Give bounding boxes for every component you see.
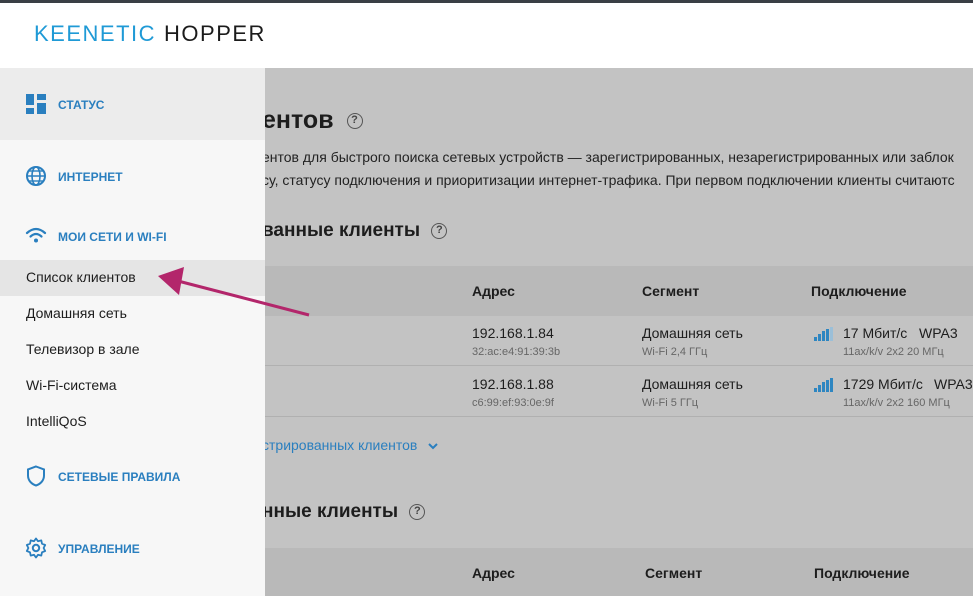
client-speed: 17 Мбит/с [843,325,908,341]
sidebar-item-label: УПРАВЛЕНИЕ [58,542,140,556]
table-row[interactable]: 192.168.1.84 32:ac:e4:91:39:3b Домашняя … [262,316,973,366]
registered-clients-title: ванные клиенты ? [262,220,448,242]
sidebar-subitem-client-list[interactable]: Список клиентов [0,260,265,296]
sidebar-subitem-label: IntelliQoS [26,413,87,429]
description-line-2: су, статусу подключения и приоритизации … [262,172,955,188]
signal-icon [814,327,834,341]
client-ip: 192.168.1.84 [472,325,554,341]
sidebar-item-label: ИНТЕРНЕТ [58,170,123,184]
client-mac: c6:99:ef:93:0e:9f [472,397,554,409]
client-security: WPA3 [919,325,958,341]
sidebar-subitem-label: Домашняя сеть [26,305,127,321]
column-connection[interactable]: Подключение [811,283,907,299]
page-title: ентов ? [262,106,363,135]
sidebar-item-label: СТАТУС [58,98,105,112]
header: KEENETIC HOPPER [0,3,973,68]
client-segment: Домашняя сеть [642,376,743,392]
help-icon[interactable]: ? [346,113,363,130]
help-icon[interactable]: ? [409,503,426,520]
registered-table-header: Адрес Сегмент Подключение [262,266,973,316]
table-row[interactable]: 192.168.1.88 c6:99:ef:93:0e:9f Домашняя … [262,367,973,417]
sidebar-item-networks[interactable]: МОИ СЕТИ И WI-FI [0,212,265,260]
column-address[interactable]: Адрес [472,283,515,299]
gear-icon [25,537,47,559]
sidebar-item-status[interactable]: СТАТУС [0,68,265,140]
sidebar-item-management[interactable]: УПРАВЛЕНИЕ [0,512,265,584]
brand-part1: KEENETIC [34,21,157,46]
brand-part2: HOPPER [164,21,266,46]
column-address[interactable]: Адрес [472,565,515,581]
unregistered-table-header: Адрес Сегмент Подключение [262,548,973,596]
show-unregistered-link-text: стрированных клиентов [262,437,418,453]
column-segment[interactable]: Сегмент [642,283,699,299]
sidebar-subitem-label: Список клиентов [26,269,136,285]
help-icon[interactable]: ? [431,222,448,239]
sidebar-item-label: МОИ СЕТИ И WI-FI [58,230,167,244]
client-mode: 11ax/k/v 2x2 20 МГц [843,346,944,358]
unregistered-clients-title-text: нные клиенты [262,501,399,522]
dashboard-icon [26,94,46,114]
sidebar-item-network-rules[interactable]: СЕТЕВЫЕ ПРАВИЛА [0,440,265,512]
unregistered-clients-title: нные клиенты ? [262,501,426,523]
brand-logo[interactable]: KEENETIC HOPPER [34,21,266,47]
column-connection[interactable]: Подключение [814,565,910,581]
sidebar-item-label: СЕТЕВЫЕ ПРАВИЛА [58,470,181,484]
client-ip: 192.168.1.88 [472,376,554,392]
client-mac: 32:ac:e4:91:39:3b [472,346,561,358]
shield-icon [27,465,45,487]
client-security: WPA3 [934,376,973,392]
client-band: Wi-Fi 5 ГГц [642,397,699,409]
sidebar-item-internet[interactable]: ИНТЕРНЕТ [0,140,265,212]
chevron-down-icon [428,443,438,450]
sidebar-subitem-intelliqos[interactable]: IntelliQoS [0,404,265,440]
wifi-icon [25,227,47,243]
sidebar-subitem-label: Wi-Fi-система [26,377,117,393]
sidebar-subitem-wifi-system[interactable]: Wi-Fi-система [0,368,265,404]
sidebar: СТАТУС ИНТЕРНЕТ МОИ СЕТИ И WI-FI Список … [0,68,265,596]
show-unregistered-link[interactable]: стрированных клиентов [262,437,439,453]
sidebar-subitem-tv-room[interactable]: Телевизор в зале [0,332,265,368]
client-segment: Домашняя сеть [642,325,743,341]
sidebar-subitem-label: Телевизор в зале [26,341,140,357]
page-title-text: ентов [262,106,334,134]
description-line-1: ентов для быстрого поиска сетевых устрой… [262,149,954,165]
signal-icon [814,378,834,392]
globe-icon [26,166,46,186]
client-speed: 1729 Мбит/с [843,376,923,392]
sidebar-subitem-home-network[interactable]: Домашняя сеть [0,296,265,332]
registered-clients-title-text: ванные клиенты [262,220,421,241]
column-segment[interactable]: Сегмент [645,565,702,581]
client-mode: 11ax/k/v 2x2 160 МГц [843,397,950,409]
client-band: Wi-Fi 2,4 ГГц [642,346,708,358]
